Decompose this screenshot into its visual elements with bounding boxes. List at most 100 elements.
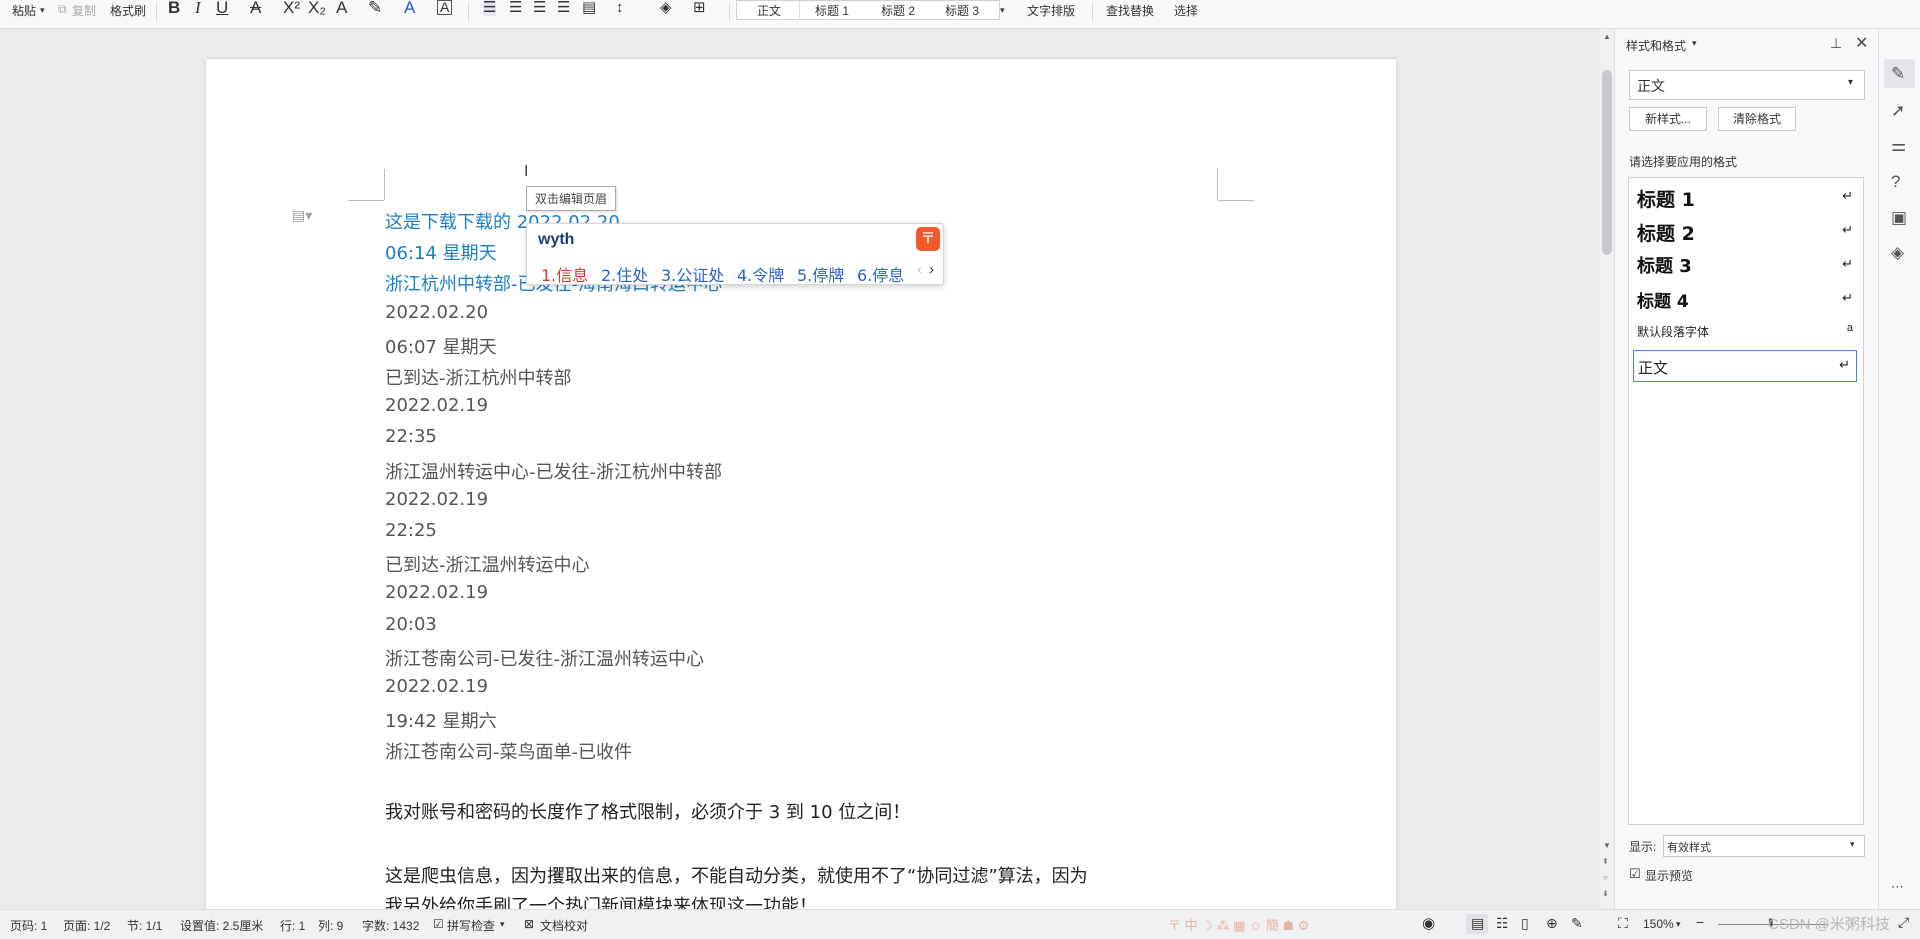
text-layout-button[interactable]: 文字排版 [1027,2,1075,19]
italic-icon[interactable]: I [195,0,201,16]
doc-line[interactable]: 已到达-浙江杭州中转部 [385,364,572,390]
quick-style-h2[interactable]: 标题 2 [881,2,915,19]
style-item-body[interactable]: 正文 ↵ [1633,350,1857,382]
write-mode-icon[interactable]: ✎ [1571,915,1583,932]
doc-line[interactable]: 2022.02.19 [385,489,488,510]
font-color-icon[interactable]: A [404,0,415,16]
paste-button[interactable]: 粘贴 [12,2,36,19]
ime-prev-icon[interactable]: ‹ [917,261,922,278]
align-left-icon[interactable]: ☰ [483,0,497,16]
format-painter-button[interactable]: 格式刷 [110,2,146,19]
styles-more-icon[interactable]: ▾ [1000,5,1005,16]
ime-candidate[interactable]: 6.停息 [857,262,904,286]
find-replace-button[interactable]: 查找替换 [1106,2,1154,19]
show-filter-select[interactable]: 有效样式 ▾ [1663,835,1865,857]
next-page-icon[interactable]: ⇟ [1602,889,1609,898]
ime-toolbar-icons[interactable]: 〒 中 ☽ ⁂ ▦ ☺ 簡 ☗ ⚙ [1168,915,1309,934]
doc-proof-button[interactable]: 文档校对 [540,917,588,934]
status-section[interactable]: 节: 1/1 [127,917,162,934]
browse-object-icon[interactable]: ○ [1603,873,1608,882]
zoom-out-icon[interactable]: − [1696,914,1704,930]
fit-page-icon[interactable]: ⛶ [1618,915,1628,932]
doc-line[interactable]: 06:14 星期天 [385,239,497,265]
distribute-icon[interactable]: ▤ [582,0,596,16]
doc-line[interactable]: 浙江苍南公司-已发往-浙江温州转运中心 [385,645,704,671]
highlight-icon[interactable]: ✎ [368,0,382,16]
spell-check-button[interactable]: 拼写检查 [447,917,495,934]
close-icon[interactable]: ✕ [1855,33,1868,53]
quick-style-h1[interactable]: 标题 1 [815,2,849,19]
scrollbar-thumb[interactable] [1602,70,1612,255]
ime-logo-icon[interactable]: 〒 [916,227,940,251]
doc-line[interactable]: 22:35 [385,426,437,447]
borders-icon[interactable]: ⊞ [693,0,706,16]
doc-line[interactable]: 2022.02.19 [385,676,488,697]
image-tools-icon[interactable]: ▣ [1891,208,1907,228]
ime-next-icon[interactable]: › [929,261,934,278]
web-view-icon[interactable]: ⊕ [1546,915,1558,932]
fullscreen-icon[interactable]: ⤢ [1898,914,1909,931]
current-style-select[interactable]: 正文 ▾ [1629,70,1865,100]
copy-button[interactable]: 复制 [72,2,96,19]
doc-paragraph[interactable]: 这是爬虫信息，因为攫取出来的信息，不能自动分类，就使用不了“协同过滤”算法，因为 [385,862,1088,888]
doc-line[interactable]: 浙江苍南公司-菜鸟面单-已收件 [385,738,632,764]
scroll-down-icon[interactable]: ▼ [1603,841,1611,850]
shading-icon[interactable]: ◈ [660,0,672,16]
pin-icon[interactable]: ⊥ [1830,35,1842,52]
panel-title[interactable]: 样式和格式 [1626,37,1686,54]
doc-line[interactable]: 浙江温州转运中心-已发往-浙江杭州中转部 [385,458,722,484]
ime-candidate[interactable]: 4.令牌 [737,262,784,286]
style-item-heading1[interactable]: 标题 1 ↵ [1629,182,1863,212]
status-col[interactable]: 列: 9 [318,917,343,934]
style-item-default-font[interactable]: 默认段落字体 a [1629,318,1863,344]
doc-line[interactable]: 20:03 [385,614,437,635]
underline-icon[interactable]: U [216,0,228,16]
doc-line[interactable]: 06:07 星期天 [385,333,497,359]
quick-style-body[interactable]: 正文 [757,2,781,19]
share-icon[interactable]: ◈ [1891,243,1904,263]
strikethrough-icon[interactable]: A [250,0,261,16]
doc-line[interactable]: 19:42 星期六 [385,707,497,733]
help-icon[interactable]: ? [1891,172,1900,192]
superscript-icon[interactable]: X² [283,0,300,16]
align-right-icon[interactable]: ☰ [533,0,546,16]
select-cursor-icon[interactable]: ➚ [1891,101,1905,121]
bold-icon[interactable]: B [168,0,180,16]
doc-line[interactable]: 2022.02.19 [385,395,488,416]
style-item-heading2[interactable]: 标题 2 ↵ [1629,216,1863,246]
ime-candidate[interactable]: 2.住处 [601,262,648,286]
scroll-up-icon[interactable]: ▲ [1603,32,1611,41]
subscript-icon[interactable]: X₂ [308,0,326,16]
eye-protect-icon[interactable]: ◉ [1422,914,1435,932]
paste-dropdown-icon[interactable]: ▾ [40,5,45,16]
style-item-heading4[interactable]: 标题 4 ↵ [1629,284,1863,314]
align-center-icon[interactable]: ☰ [509,0,522,16]
doc-line[interactable]: 2022.02.20 [385,302,488,323]
doc-line[interactable]: 已到达-浙江温州转运中心 [385,551,590,577]
line-spacing-icon[interactable]: ↕ [616,0,624,16]
ime-candidate[interactable]: 5.停牌 [797,262,844,286]
status-pages[interactable]: 页面: 1/2 [63,917,110,934]
doc-line[interactable]: 22:25 [385,520,437,541]
justify-icon[interactable]: ☰ [557,0,570,16]
styles-pen-icon[interactable]: ✎ [1891,64,1905,84]
properties-icon[interactable]: ⚌ [1891,136,1906,156]
status-page-number[interactable]: 页码: 1 [10,917,47,934]
clear-format-button[interactable]: 清除格式 [1718,107,1796,131]
zoom-level[interactable]: 150% [1643,917,1674,931]
reading-view-icon[interactable]: ▯ [1521,915,1529,932]
doc-line[interactable]: 2022.02.19 [385,582,488,603]
outline-view-icon[interactable]: ☷ [1496,915,1509,932]
status-row[interactable]: 行: 1 [280,917,305,934]
char-border-icon[interactable]: A [437,0,453,15]
page-view-icon[interactable]: ▤ [1471,915,1484,932]
more-icon[interactable]: ⋯ [1891,879,1904,895]
ime-candidate[interactable]: 3.公证处 [661,262,724,286]
show-preview-checkbox[interactable]: ☑ [1629,866,1641,882]
quick-style-h3[interactable]: 标题 3 [945,2,979,19]
style-item-heading3[interactable]: 标题 3 ↵ [1629,250,1863,280]
ime-candidate[interactable]: 1.信息 [541,262,588,286]
clear-format-icon[interactable]: A [336,0,347,16]
paragraph-handle-icon[interactable]: ▤▾ [292,207,312,224]
select-button[interactable]: 选择 [1174,2,1198,19]
